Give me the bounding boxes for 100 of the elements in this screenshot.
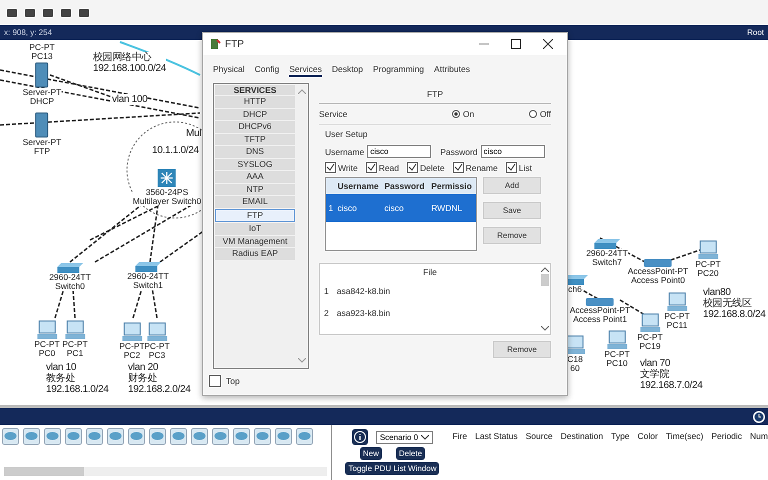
- password-field[interactable]: cisco: [480, 145, 545, 158]
- file-name[interactable]: asa842-k8.bin: [336, 286, 390, 296]
- toolbar-tool-icon[interactable]: [24, 6, 36, 18]
- service-list-item[interactable]: EMAIL: [215, 196, 295, 208]
- permission-checkbox[interactable]: [452, 162, 464, 173]
- computer-icon[interactable]: [122, 322, 142, 342]
- device-label: PC-PT PC19: [637, 333, 663, 351]
- remove-file-button[interactable]: Remove: [493, 341, 551, 358]
- user-action-button[interactable]: Save: [483, 202, 541, 219]
- username-label: Username: [325, 146, 364, 156]
- dialog-tab[interactable]: Attributes: [434, 64, 470, 77]
- service-list-item[interactable]: SYSLOG: [215, 158, 295, 170]
- network-note: 校园网络中心 192.168.100.0/24: [93, 52, 166, 74]
- device-thumbnail-icon[interactable]: [233, 428, 250, 445]
- close-icon[interactable]: [543, 39, 553, 49]
- device-thumbnail-icon[interactable]: [275, 428, 292, 445]
- permission-label: Rename: [466, 162, 498, 172]
- permission-checkbox[interactable]: [325, 162, 336, 173]
- service-list-item[interactable]: TFTP: [215, 134, 295, 145]
- dialog-tab[interactable]: Programming: [373, 64, 424, 77]
- computer-icon[interactable]: [667, 292, 687, 312]
- device-label: PC-PT PC10: [604, 350, 630, 368]
- service-radio[interactable]: Off: [528, 109, 551, 119]
- user-action-button[interactable]: Add: [483, 177, 541, 194]
- device-thumbnail-icon[interactable]: [23, 428, 40, 445]
- service-list-item[interactable]: DNS: [215, 146, 295, 158]
- toolbar-tool-icon[interactable]: [78, 6, 90, 18]
- computer-icon[interactable]: [640, 313, 660, 333]
- toolbar-tool-icon[interactable]: [42, 6, 54, 18]
- service-list-item[interactable]: FTP: [215, 208, 295, 222]
- device-thumbnail-icon[interactable]: [107, 428, 124, 445]
- service-list-item[interactable]: VM Management: [215, 236, 295, 247]
- service-list-item[interactable]: IoT: [215, 223, 295, 234]
- top-label: Top: [226, 376, 240, 386]
- user-action-button[interactable]: Remove: [483, 227, 541, 244]
- permission-checkbox[interactable]: [407, 162, 418, 173]
- device-thumbnail-icon[interactable]: [212, 428, 229, 445]
- maximize-icon[interactable]: [511, 39, 521, 49]
- network-note: vlan 100: [112, 94, 148, 105]
- device-label: 2960-24TT Switch7: [586, 249, 628, 267]
- chevron-down-icon[interactable]: [541, 326, 549, 331]
- horizontal-scrollbar[interactable]: [4, 467, 328, 476]
- device-thumbnail-icon[interactable]: [149, 428, 166, 445]
- permission-checkbox[interactable]: [366, 162, 377, 173]
- switch-icon[interactable]: [135, 262, 161, 272]
- device-thumbnail-icon[interactable]: [170, 428, 187, 445]
- network-note: vlan 20 财务处 192.168.2.0/24: [128, 362, 191, 395]
- dialog-tab[interactable]: Physical: [213, 64, 245, 77]
- service-list-item[interactable]: Radius EAP: [215, 248, 295, 260]
- toggle-pdu-list-button[interactable]: Toggle PDU List Window: [345, 462, 440, 475]
- device-thumbnail-icon[interactable]: [65, 428, 82, 445]
- dialog-tab[interactable]: Services: [289, 64, 322, 77]
- device-thumbnail-icon[interactable]: [2, 428, 19, 445]
- table-cell-text: cisco: [383, 203, 405, 213]
- service-radio[interactable]: On: [452, 109, 474, 119]
- chevron-down-icon[interactable]: [298, 358, 306, 363]
- username-field[interactable]: cisco: [367, 145, 432, 158]
- clock-icon[interactable]: [752, 410, 766, 424]
- access-point-icon[interactable]: [644, 257, 672, 267]
- access-point-icon[interactable]: [586, 296, 614, 306]
- pdu-scenario-button[interactable]: New: [360, 447, 382, 460]
- service-list-item[interactable]: AAA: [215, 171, 295, 182]
- device-thumbnail-icon[interactable]: [296, 428, 313, 445]
- server-icon[interactable]: [35, 112, 49, 138]
- file-name[interactable]: asa923-k8.bin: [336, 308, 390, 318]
- device-thumbnail-icon[interactable]: [128, 428, 145, 445]
- service-list-item[interactable]: DHCPv6: [215, 121, 295, 132]
- computer-icon[interactable]: [698, 240, 718, 260]
- service-list-item[interactable]: DHCP: [215, 108, 295, 120]
- switch-icon[interactable]: [57, 263, 83, 273]
- dialog-tab[interactable]: Desktop: [332, 64, 364, 77]
- multilayer-switch-icon[interactable]: [157, 168, 177, 188]
- switch-icon[interactable]: [594, 239, 620, 249]
- computer-icon[interactable]: [147, 322, 167, 342]
- server-icon[interactable]: [35, 62, 49, 88]
- workspace-mode[interactable]: Root: [747, 28, 764, 37]
- top-checkbox[interactable]: [209, 375, 221, 387]
- column-header: Permissio: [430, 181, 473, 191]
- permission-checkbox[interactable]: [506, 162, 517, 173]
- device-label: PC-PT PC11: [664, 312, 690, 330]
- device-thumbnail-icon[interactable]: [86, 428, 103, 445]
- toolbar-tool-icon[interactable]: [6, 6, 18, 18]
- computer-icon[interactable]: [607, 330, 627, 350]
- service-list-item[interactable]: NTP: [215, 184, 295, 195]
- toolbar-tool-icon[interactable]: [60, 6, 72, 18]
- scenario-dropdown[interactable]: Scenario 0: [376, 430, 434, 444]
- computer-icon[interactable]: [565, 335, 585, 355]
- scrollbar-thumb[interactable]: [541, 274, 549, 286]
- device-thumbnail-icon[interactable]: [44, 428, 61, 445]
- device-thumbnail-icon[interactable]: [191, 428, 208, 445]
- chevron-up-icon[interactable]: [541, 267, 549, 272]
- pdu-scenario-button[interactable]: Delete: [396, 447, 426, 460]
- device-thumbnail-icon[interactable]: [254, 428, 271, 445]
- service-list-item[interactable]: HTTP: [215, 96, 295, 108]
- info-icon[interactable]: [352, 429, 368, 445]
- user-row[interactable]: 1 cisco cisco RWDNL: [326, 194, 476, 222]
- chevron-up-icon[interactable]: [298, 89, 306, 94]
- computer-icon[interactable]: [65, 320, 85, 340]
- computer-icon[interactable]: [37, 320, 57, 340]
- dialog-tab[interactable]: Config: [254, 64, 280, 77]
